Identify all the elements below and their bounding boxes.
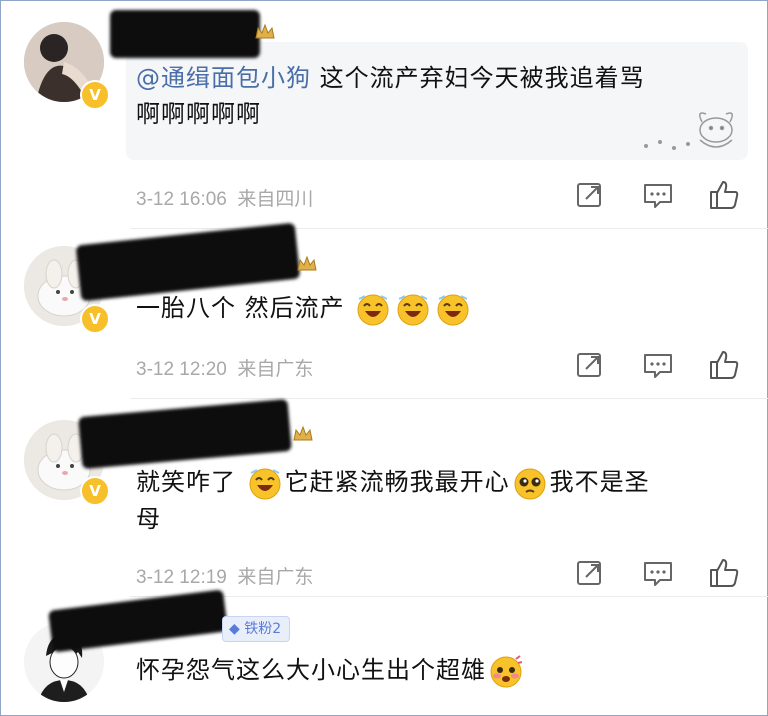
verified-badge-icon: V xyxy=(80,304,110,334)
level-badge-icon xyxy=(255,23,275,39)
pleading-emoji-icon xyxy=(514,468,546,500)
comment-actions xyxy=(573,348,743,382)
comment-3: V 就笑咋了 它赶紧流畅我最开心 我不是圣 母 3-12 12:19 来自广东 xyxy=(0,398,768,598)
verified-badge-icon: V xyxy=(80,476,110,506)
comment-meta: 3-12 12:20 来自广东 xyxy=(136,354,313,381)
blushing-emoji-icon xyxy=(490,655,523,688)
timestamp: 3-12 16:06 xyxy=(136,189,227,210)
timestamp: 3-12 12:20 xyxy=(136,359,227,380)
fan-badge-label: 铁粉2 xyxy=(244,621,282,637)
share-icon[interactable] xyxy=(573,556,607,590)
like-icon[interactable] xyxy=(707,178,741,212)
share-icon[interactable] xyxy=(573,348,607,382)
comment-text: 母 xyxy=(136,505,161,533)
redacted-username xyxy=(110,10,260,58)
level-badge-icon xyxy=(293,425,313,441)
share-icon[interactable] xyxy=(573,178,607,212)
redacted-username xyxy=(48,589,228,653)
comment-text: 这个流产弃妇今天被我追着骂 xyxy=(311,64,645,92)
comment-meta: 3-12 16:06 来自四川 xyxy=(136,184,313,211)
comment-actions xyxy=(573,556,743,590)
comment-icon[interactable] xyxy=(641,178,675,212)
comment-text: 就笑咋了 xyxy=(136,468,245,496)
laughing-emoji-icon xyxy=(249,468,281,500)
location: 来自广东 xyxy=(237,359,314,380)
comment-2: V 一胎八个 然后流产 3-12 12:20 来自广东 xyxy=(0,222,768,398)
comment-4: ◆ 铁粉2 怀孕怨气这么大小心生出个超雄 xyxy=(0,589,768,716)
verified-badge-icon: V xyxy=(80,80,110,110)
diamond-icon: ◆ xyxy=(229,621,240,637)
decorative-sticker-icon xyxy=(644,112,733,150)
timestamp: 3-12 12:19 xyxy=(136,567,227,588)
comment-2-text: 一胎八个 然后流产 xyxy=(136,290,473,327)
location: 来自广东 xyxy=(237,567,314,588)
comment-actions xyxy=(573,178,743,212)
comment-1-text: @通缉面包小狗 这个流产弃妇今天被我追着骂 啊啊啊啊啊 xyxy=(136,60,645,132)
comment-3-text: 就笑咋了 它赶紧流畅我最开心 我不是圣 母 xyxy=(136,464,746,537)
comment-text: 一胎八个 然后流产 xyxy=(136,294,345,322)
mention-link[interactable]: @通缉面包小狗 xyxy=(136,64,311,92)
comment-icon[interactable] xyxy=(641,348,675,382)
comment-text: 它赶紧流畅我最开心 xyxy=(284,468,510,496)
laughing-emoji-icon xyxy=(357,294,389,326)
like-icon[interactable] xyxy=(707,348,741,382)
location: 来自四川 xyxy=(237,189,314,210)
level-badge-icon xyxy=(297,255,317,271)
laughing-emoji-icon xyxy=(437,294,469,326)
fan-level-badge: ◆ 铁粉2 xyxy=(222,616,291,642)
comment-1: V @通缉面包小狗 这个流产弃妇今天被我追着骂 啊啊啊啊啊 3-12 16:06… xyxy=(0,0,768,230)
comment-meta: 3-12 12:19 来自广东 xyxy=(136,562,313,589)
comment-4-text: 怀孕怨气这么大小心生出个超雄 xyxy=(136,652,526,689)
redacted-username xyxy=(78,398,292,470)
comment-text: 啊啊啊啊啊 xyxy=(136,100,261,128)
comment-text: 我不是圣 xyxy=(549,468,650,496)
laughing-emoji-icon xyxy=(397,294,429,326)
comment-icon[interactable] xyxy=(641,556,675,590)
comment-text: 怀孕怨气这么大小心生出个超雄 xyxy=(136,656,486,684)
like-icon[interactable] xyxy=(707,556,741,590)
